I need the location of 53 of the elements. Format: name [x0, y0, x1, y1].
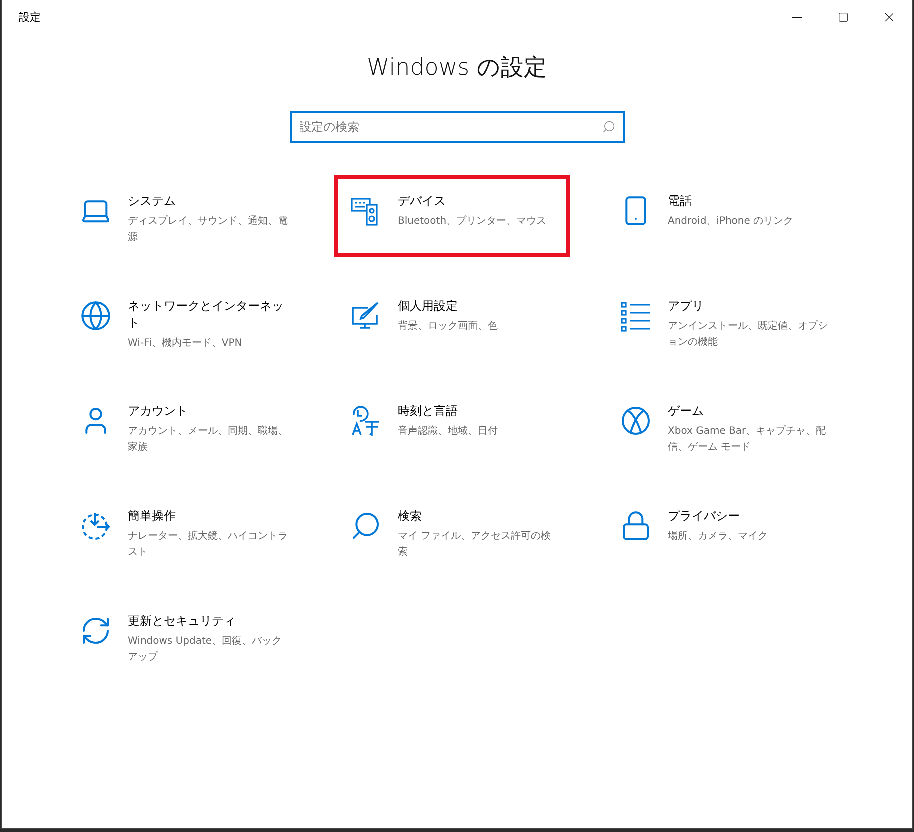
category-title: 個人用設定	[398, 298, 459, 315]
maximize-icon	[838, 12, 848, 22]
category-description: マイ ファイル、アクセス許可の検索	[398, 530, 552, 560]
globe-icon	[80, 300, 112, 332]
category-title: 簡単操作	[128, 508, 177, 525]
category-title: ネットワークとインターネット	[128, 298, 285, 332]
category-title: 時刻と言語	[398, 403, 459, 420]
category-tile[interactable]: 電話 Android、iPhone のリンク	[604, 175, 840, 257]
category-description: Android、iPhone のリンク	[668, 215, 795, 229]
category-tile[interactable]: 簡単操作 ナレーター、拡大鏡、ハイコントラスト	[64, 490, 300, 573]
minimize-icon	[792, 16, 802, 18]
category-description: アカウント、メール、同期、職場、家族	[128, 424, 289, 455]
list-icon	[620, 300, 652, 332]
category-description: Bluetooth、プリンター、マウス	[398, 214, 548, 229]
category-tile[interactable]: ゲーム Xbox Game Bar、キャプチャ、配信、ゲーム モード	[604, 385, 840, 468]
category-description: ナレーター、拡大鏡、ハイコントラスト	[128, 530, 289, 560]
category-description: 音声認識、地域、日付	[398, 424, 499, 439]
category-tile[interactable]: アプリ アンインストール、既定値、オプションの機能	[604, 280, 840, 363]
search-icon	[602, 120, 616, 134]
category-tile[interactable]: 時刻と言語 音声認識、地域、日付	[334, 385, 570, 467]
category-title: ゲーム	[668, 403, 705, 420]
sync-arrows-icon	[80, 615, 112, 647]
category-tile[interactable]: 検索 マイ ファイル、アクセス許可の検索	[334, 490, 570, 573]
accessibility-clock-icon	[80, 510, 112, 542]
lock-icon	[620, 510, 652, 542]
category-tile[interactable]: ネットワークとインターネット Wi-Fi、機内モード、VPN	[64, 280, 300, 364]
category-description: ディスプレイ、サウンド、通知、電源	[128, 214, 289, 245]
category-description: アンインストール、既定値、オプションの機能	[668, 320, 829, 350]
category-tile[interactable]: システム ディスプレイ、サウンド、通知、電源	[64, 175, 300, 258]
category-title: 電話	[668, 193, 693, 210]
category-description: Wi-Fi、機内モード、VPN	[128, 336, 244, 351]
category-title: アカウント	[128, 403, 189, 420]
category-title: アプリ	[668, 298, 705, 315]
highlighted-category-tile[interactable]: デバイス Bluetooth、プリンター、マウス	[334, 175, 570, 257]
category-description: 背景、ロック画面、色	[398, 320, 499, 334]
category-title: デバイス	[398, 193, 447, 210]
category-description: Windows Update、回復、バックアップ	[128, 635, 284, 665]
category-description: 場所、カメラ、マイク	[668, 530, 769, 544]
category-tile[interactable]: 個人用設定 背景、ロック画面、色	[334, 280, 570, 362]
category-title: プライバシー	[668, 508, 741, 525]
window-title: 設定	[19, 10, 42, 24]
category-tile[interactable]: 更新とセキュリティ Windows Update、回復、バックアップ	[64, 595, 300, 678]
category-tile[interactable]: アカウント アカウント、メール、同期、職場、家族	[64, 385, 300, 468]
xbox-logo-icon	[620, 405, 652, 437]
category-title: 更新とセキュリティ	[128, 613, 237, 630]
page-heading: Windows の設定	[366, 54, 548, 83]
search-icon	[350, 510, 382, 542]
category-title: システム	[128, 193, 177, 210]
search-field[interactable]: 設定の検索	[290, 111, 624, 143]
category-tile[interactable]: プライバシー 場所、カメラ、マイク	[604, 490, 840, 572]
language-clock-icon	[350, 405, 382, 437]
category-title: 検索	[398, 508, 423, 525]
category-description: Xbox Game Bar、キャプチャ、配信、ゲーム モード	[668, 424, 828, 455]
